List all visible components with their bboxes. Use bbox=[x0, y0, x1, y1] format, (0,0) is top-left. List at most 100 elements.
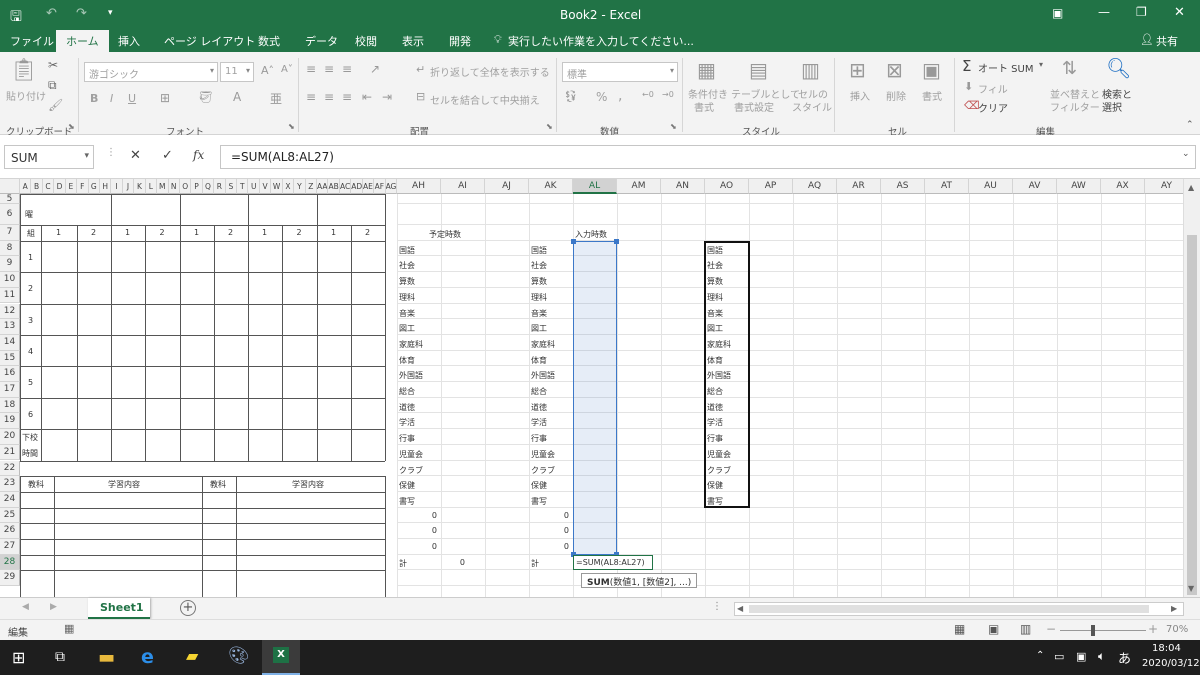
column-header[interactable]: V bbox=[259, 179, 272, 194]
conditional-format-icon[interactable]: ▦ bbox=[697, 58, 716, 82]
row-header[interactable]: 13 bbox=[0, 319, 20, 335]
tab-file[interactable]: ファイル bbox=[10, 33, 54, 49]
align-right-icon[interactable]: ≡ bbox=[342, 90, 352, 104]
number-launcher-icon[interactable]: ⬊ bbox=[670, 122, 677, 131]
copy-icon[interactable]: ⧉ bbox=[48, 78, 57, 93]
close-icon[interactable]: ✕ bbox=[1174, 5, 1185, 20]
row-header[interactable]: 9 bbox=[0, 256, 20, 273]
scroll-up-icon[interactable]: ▲ bbox=[1188, 183, 1194, 192]
vertical-scrollbar[interactable]: ▲ ▼ bbox=[1183, 179, 1200, 597]
column-header[interactable]: X bbox=[282, 179, 295, 194]
scroll-right-icon[interactable]: ▶ bbox=[1171, 604, 1177, 613]
row-header[interactable]: 14 bbox=[0, 334, 20, 351]
column-header[interactable]: AK bbox=[529, 179, 573, 194]
font-name-dropdown[interactable]: 游ゴシック ▾ bbox=[84, 62, 218, 82]
font-launcher-icon[interactable]: ⬊ bbox=[288, 122, 295, 131]
column-header[interactable]: G bbox=[88, 179, 100, 194]
row-header[interactable]: 18 bbox=[0, 397, 20, 414]
row-header[interactable]: 21 bbox=[0, 444, 20, 461]
autosum-button[interactable]: オート SUM bbox=[978, 60, 1033, 75]
prev-sheet-icon[interactable]: ◀ bbox=[22, 602, 29, 612]
column-header[interactable]: AF bbox=[374, 179, 386, 194]
row-header[interactable]: 28 bbox=[0, 554, 20, 571]
row-header[interactable]: 11 bbox=[0, 287, 20, 304]
row-header[interactable]: 19 bbox=[0, 413, 20, 430]
increase-indent-icon[interactable]: ⇥ bbox=[382, 90, 392, 104]
row-header[interactable]: 22 bbox=[0, 460, 20, 477]
tab-formulas[interactable]: 数式 bbox=[258, 33, 280, 49]
column-header[interactable]: E bbox=[65, 179, 78, 194]
scroll-down-icon[interactable]: ▼ bbox=[1188, 584, 1194, 593]
column-header[interactable]: AO bbox=[705, 179, 749, 194]
h-scroll-thumb[interactable] bbox=[749, 605, 1149, 613]
edge-icon[interactable]: e bbox=[141, 646, 154, 668]
column-header[interactable]: A bbox=[20, 179, 32, 194]
collapse-ribbon-icon[interactable]: ⌃ bbox=[1186, 120, 1194, 130]
cut-icon[interactable]: ✂ bbox=[48, 58, 58, 72]
column-header[interactable]: L bbox=[145, 179, 158, 194]
excel-taskbar-icon[interactable]: X bbox=[262, 640, 300, 675]
column-header[interactable]: I bbox=[111, 179, 123, 194]
column-header[interactable]: AD bbox=[351, 179, 363, 194]
row-header[interactable]: 6 bbox=[0, 204, 20, 225]
column-header[interactable]: K bbox=[134, 179, 146, 194]
percent-button[interactable]: % bbox=[596, 90, 607, 104]
macro-record-icon[interactable]: ▦ bbox=[64, 622, 74, 635]
tell-me-box[interactable]: 実行したい作業を入力してください... bbox=[508, 33, 694, 49]
sort-filter-icon[interactable]: ⇅ bbox=[1062, 58, 1077, 79]
column-header[interactable]: AS bbox=[881, 179, 925, 194]
fill-color-icon[interactable]: 🪣︎ bbox=[198, 90, 213, 104]
column-header[interactable]: AB bbox=[328, 179, 340, 194]
align-top-icon[interactable]: ≡ bbox=[306, 62, 316, 76]
sheet-tab-sheet1[interactable]: Sheet1 bbox=[88, 598, 150, 619]
scroll-thumb[interactable] bbox=[1187, 235, 1197, 595]
enter-button[interactable]: ✓ bbox=[162, 148, 173, 163]
column-header[interactable]: AJ bbox=[485, 179, 529, 194]
expand-formula-icon[interactable]: ⌄ bbox=[1182, 149, 1190, 159]
zoom-out-icon[interactable]: − bbox=[1046, 622, 1056, 636]
delete-cells-button[interactable]: 削除 bbox=[886, 88, 906, 103]
redo-icon[interactable]: ↷ bbox=[76, 6, 87, 21]
column-header[interactable]: B bbox=[31, 179, 43, 194]
format-cells-button[interactable]: 書式 bbox=[922, 88, 942, 103]
bold-button[interactable]: B bbox=[90, 92, 98, 105]
column-header[interactable]: R bbox=[214, 179, 226, 194]
row-header[interactable]: 7 bbox=[0, 225, 20, 241]
column-header[interactable]: AX bbox=[1101, 179, 1145, 194]
borders-icon[interactable]: ⊞ bbox=[160, 91, 170, 105]
column-header[interactable]: AM bbox=[617, 179, 661, 194]
format-painter-icon[interactable]: 🖌︎ bbox=[48, 98, 63, 112]
decrease-decimal-icon[interactable]: →0 bbox=[662, 90, 674, 99]
row-header[interactable]: 20 bbox=[0, 429, 20, 445]
column-header[interactable]: AW bbox=[1057, 179, 1101, 194]
range-handle[interactable] bbox=[571, 238, 576, 244]
column-header[interactable]: AQ bbox=[793, 179, 837, 194]
ime-indicator[interactable]: あ bbox=[1118, 648, 1131, 667]
column-header[interactable]: F bbox=[77, 179, 89, 194]
page-layout-view-icon[interactable]: ▣ bbox=[988, 622, 999, 636]
column-header[interactable]: Z bbox=[305, 179, 318, 194]
normal-view-icon[interactable]: ▦ bbox=[954, 622, 965, 636]
row-header[interactable]: 29 bbox=[0, 570, 20, 587]
minimize-icon[interactable]: — bbox=[1098, 5, 1110, 19]
column-header[interactable]: AA bbox=[317, 179, 329, 194]
sticky-notes-icon[interactable]: ▰ bbox=[186, 646, 198, 665]
tab-page-layout[interactable]: ページ レイアウト bbox=[164, 33, 255, 49]
save-icon[interactable]: 🖫 bbox=[10, 6, 22, 30]
insert-cells-icon[interactable]: ⊞ bbox=[849, 58, 866, 82]
wrap-text-button[interactable]: 折り返して全体を表示する bbox=[430, 64, 550, 79]
zoom-level[interactable]: 70% bbox=[1166, 624, 1188, 635]
maximize-icon[interactable]: ❐ bbox=[1136, 5, 1147, 19]
paint-icon[interactable]: 🎨︎ bbox=[228, 646, 250, 666]
font-color-icon[interactable]: A bbox=[233, 90, 241, 104]
comma-button[interactable]: , bbox=[618, 88, 622, 104]
format-cells-icon[interactable]: ▣ bbox=[922, 58, 941, 82]
volume-icon[interactable]: 🔈︎ bbox=[1098, 649, 1105, 664]
column-header[interactable]: Q bbox=[202, 179, 215, 194]
italic-button[interactable]: I bbox=[110, 92, 113, 105]
column-header[interactable]: AU bbox=[969, 179, 1013, 194]
column-header[interactable]: AC bbox=[339, 179, 352, 194]
row-header[interactable]: 15 bbox=[0, 350, 20, 367]
customize-qat-icon[interactable]: ▾ bbox=[108, 8, 113, 18]
column-header[interactable]: J bbox=[122, 179, 135, 194]
